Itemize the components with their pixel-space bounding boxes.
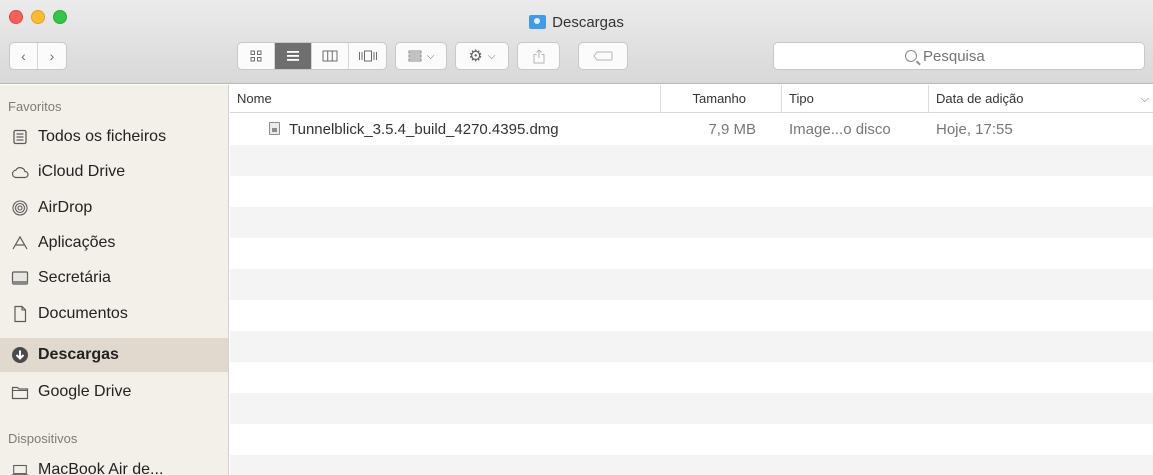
documents-icon (11, 305, 29, 323)
sort-chevron-icon: ⌵ (1140, 93, 1149, 105)
empty-row (230, 424, 1153, 455)
file-size-cell: 7,9 MB (708, 121, 756, 138)
tag-icon (593, 51, 613, 61)
empty-row (230, 455, 1153, 475)
gear-icon: ⚙ (468, 48, 483, 65)
empty-row (230, 393, 1153, 424)
empty-row (230, 269, 1153, 300)
grid-icon (250, 50, 262, 62)
arrange-button[interactable]: ⌵ (395, 42, 447, 70)
sidebar-section-devices: Dispositivos (8, 431, 78, 446)
sidebar-item-icloud-drive[interactable]: iCloud Drive (0, 155, 228, 189)
sidebar-item-label: AirDrop (38, 199, 93, 216)
icon-view-button[interactable] (238, 43, 275, 69)
column-view-button[interactable] (312, 43, 349, 69)
action-menu-button[interactable]: ⚙ ⌵ (455, 42, 509, 70)
cover-flow-icon (358, 50, 377, 62)
disk-image-icon (269, 122, 280, 135)
sidebar-item-downloads[interactable]: Descargas (0, 338, 228, 372)
list-view-button[interactable] (275, 43, 312, 69)
chevron-left-icon: ‹ (21, 48, 26, 64)
desktop-icon (11, 269, 29, 287)
empty-row (230, 362, 1153, 393)
chevron-down-icon: ⌵ (426, 50, 435, 62)
sidebar-item-documents[interactable]: Documentos (0, 297, 228, 331)
downloads-icon (11, 346, 29, 364)
sidebar-item-label: Google Drive (38, 383, 132, 400)
column-header-date-added[interactable]: Data de adição ⌵ (928, 85, 1153, 113)
file-date-cell: Hoje, 17:55 (936, 121, 1013, 138)
window-title: Descargas (0, 14, 1153, 32)
sidebar: Favoritos Todos os ficheiros iCloud Driv… (0, 85, 229, 475)
share-button[interactable] (517, 42, 560, 70)
sidebar-section-favorites: Favoritos (8, 99, 62, 114)
column-header-date-added-label: Data de adição (936, 91, 1024, 106)
airdrop-icon (11, 199, 29, 217)
back-button[interactable]: ‹ (10, 43, 38, 69)
sidebar-item-applications[interactable]: Aplicações (0, 226, 228, 260)
sidebar-item-macbook[interactable]: MacBook Air de... (0, 453, 228, 475)
empty-row (230, 207, 1153, 238)
list-icon (287, 51, 299, 61)
edit-tags-button[interactable] (578, 42, 628, 70)
column-header-type[interactable]: Tipo (781, 85, 928, 113)
cloud-icon (11, 163, 29, 181)
all-files-icon (11, 128, 29, 146)
gallery-view-button[interactable] (349, 43, 386, 69)
file-type-cell: Image...o disco (789, 121, 891, 138)
sidebar-item-desktop[interactable]: Secretária (0, 261, 228, 295)
toolbar: Descargas ‹ › ⌵ ⚙ ⌵ Pesquisa (0, 0, 1153, 84)
columns-icon (322, 50, 338, 62)
sidebar-item-label: Documentos (38, 305, 128, 322)
applications-icon (11, 234, 29, 252)
sidebar-item-label: Descargas (38, 346, 119, 363)
column-header-name[interactable]: Nome (230, 85, 660, 113)
forward-button[interactable]: › (38, 43, 66, 69)
sidebar-item-google-drive[interactable]: Google Drive (0, 375, 228, 409)
empty-row (230, 331, 1153, 362)
view-mode-control (237, 42, 387, 70)
sidebar-item-label: MacBook Air de... (38, 461, 164, 475)
downloads-folder-icon (529, 15, 547, 29)
search-input[interactable] (923, 47, 1013, 65)
search-field[interactable] (773, 42, 1145, 70)
chevron-down-icon: ⌵ (487, 50, 496, 62)
sidebar-item-all-files[interactable]: Todos os ficheiros (0, 120, 228, 154)
table-row[interactable]: Tunnelblick_3.5.4_build_4270.4395.dmg 7,… (230, 114, 1153, 145)
empty-row (230, 145, 1153, 176)
search-icon (905, 50, 917, 62)
empty-row (230, 176, 1153, 207)
sidebar-item-label: iCloud Drive (38, 163, 126, 180)
folder-icon (11, 383, 29, 401)
laptop-icon (11, 461, 29, 475)
sidebar-item-label: Secretária (38, 269, 111, 286)
navigation-buttons: ‹ › (9, 42, 67, 70)
sidebar-item-airdrop[interactable]: AirDrop (0, 191, 228, 225)
file-list: Nome Tamanho Tipo Data de adição ⌵ Tunne… (230, 85, 1153, 475)
share-icon (533, 48, 544, 63)
column-header-row: Nome Tamanho Tipo Data de adição ⌵ (230, 85, 1153, 113)
sidebar-item-label: Todos os ficheiros (38, 128, 167, 145)
chevron-right-icon: › (49, 48, 55, 64)
empty-row (230, 300, 1153, 331)
arrange-icon (408, 50, 422, 62)
sidebar-item-label: Aplicações (38, 234, 116, 251)
empty-row (230, 238, 1153, 269)
column-header-size[interactable]: Tamanho (660, 85, 756, 113)
file-name-cell: Tunnelblick_3.5.4_build_4270.4395.dmg (269, 114, 559, 145)
